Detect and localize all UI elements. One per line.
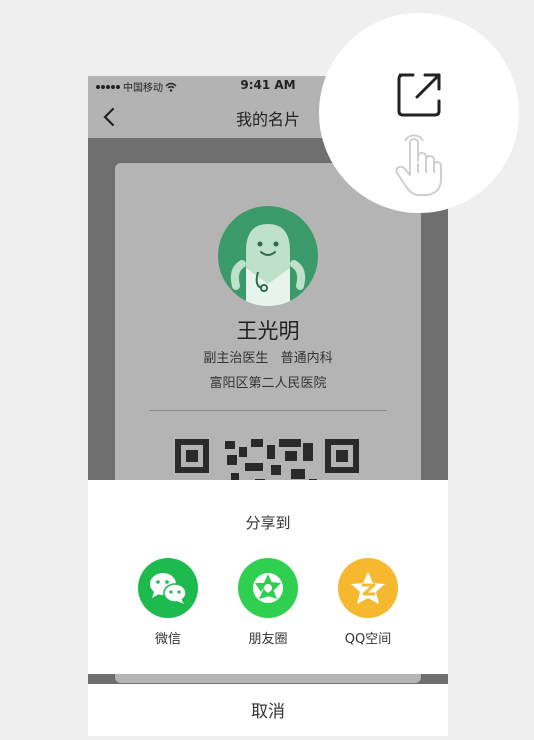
doctor-title-line: 副主治医生 普通内科 (115, 347, 421, 366)
cancel-button[interactable]: 取消 (88, 684, 448, 736)
share-qzone-button[interactable]: QQ空间 (328, 558, 408, 647)
divider (149, 410, 387, 411)
share-wechat-label: 微信 (154, 632, 181, 647)
share-sheet-title: 分享到 (245, 514, 291, 532)
share-wechat-button[interactable]: 微信 (128, 558, 208, 647)
doctor-department: 普通内科 (280, 351, 333, 366)
tap-hand-icon (395, 134, 442, 196)
doctor-name: 王光明 (236, 319, 300, 343)
hospital-name: 富阳区第二人民医院 (209, 376, 327, 391)
doctor-position: 副主治医生 (203, 351, 269, 366)
doctor-avatar (218, 206, 318, 306)
moments-icon (238, 558, 298, 618)
qzone-icon (338, 558, 398, 618)
share-moments-label: 朋友圈 (248, 632, 288, 647)
callout-bubble (319, 13, 519, 213)
share-external-icon[interactable] (393, 69, 445, 121)
share-sheet: 分享到 微信 朋友圈 QQ空间 (88, 480, 448, 674)
share-qzone-label: QQ空间 (344, 632, 392, 647)
share-moments-button[interactable]: 朋友圈 (228, 558, 308, 647)
wechat-icon (138, 558, 198, 618)
